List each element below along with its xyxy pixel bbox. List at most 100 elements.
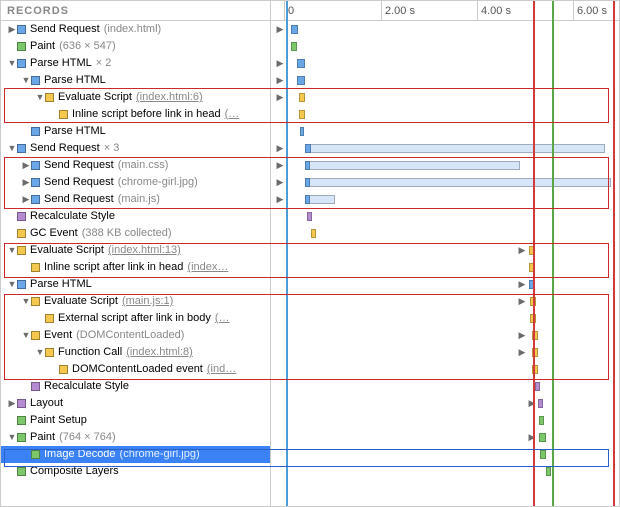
chevron-down-icon[interactable]: ▼ — [35, 89, 45, 106]
chevron-right-icon[interactable]: ▶ — [21, 191, 31, 208]
record-row[interactable]: Parse HTML — [1, 123, 270, 140]
chevron-right-icon[interactable]: ▶ — [275, 177, 285, 188]
category-bullet — [31, 331, 40, 340]
chevron-right-icon[interactable]: ▶ — [517, 330, 527, 341]
timeline-bar[interactable] — [305, 144, 605, 153]
category-bullet — [45, 348, 54, 357]
timeline-bar[interactable] — [305, 178, 611, 187]
chevron-right-icon[interactable]: ▶ — [21, 174, 31, 191]
timeline-bar[interactable] — [540, 450, 546, 459]
timeline-bar[interactable] — [305, 161, 310, 170]
record-row[interactable]: ▶Send Request(main.js) — [1, 191, 270, 208]
record-row[interactable]: ▶Send Request(chrome-girl.jpg) — [1, 174, 270, 191]
timeline-bar[interactable] — [300, 127, 304, 136]
category-bullet — [17, 144, 26, 153]
chevron-down-icon[interactable]: ▼ — [7, 55, 17, 72]
record-label: Recalculate Style — [30, 208, 115, 225]
record-row[interactable]: Inline script before link in head(… — [1, 106, 270, 123]
source-link[interactable]: (main.js:1) — [122, 293, 173, 310]
chevron-right-icon[interactable]: ▶ — [517, 245, 527, 256]
record-row[interactable]: Composite Layers — [1, 463, 270, 480]
record-label: DOMContentLoaded event — [72, 361, 203, 378]
category-bullet — [31, 263, 40, 272]
record-row[interactable]: ▼Parse HTML — [1, 72, 270, 89]
record-row[interactable]: Inline script after link in head(index… — [1, 259, 270, 276]
chevron-right-icon[interactable]: ▶ — [527, 398, 537, 409]
record-row[interactable]: Paint Setup — [1, 412, 270, 429]
record-row[interactable]: ▶Send Request(index.html) — [1, 21, 270, 38]
record-row[interactable]: Recalculate Style — [1, 378, 270, 395]
category-bullet — [17, 59, 26, 68]
source-link[interactable]: (ind… — [207, 361, 236, 378]
chevron-right-icon[interactable]: ▶ — [275, 194, 285, 205]
record-row[interactable]: ▶Send Request(main.css) — [1, 157, 270, 174]
chevron-right-icon[interactable]: ▶ — [21, 157, 31, 174]
source-link[interactable]: (index.html:6) — [136, 89, 203, 106]
source-link[interactable]: (index… — [187, 259, 228, 276]
chevron-right-icon[interactable]: ▶ — [275, 75, 285, 86]
record-row[interactable]: ▼Parse HTML — [1, 276, 270, 293]
timeline-bar[interactable] — [305, 161, 520, 170]
chevron-right-icon[interactable]: ▶ — [275, 143, 285, 154]
category-bullet — [31, 76, 40, 85]
record-row[interactable]: Image Decode(chrome-girl.jpg) — [1, 446, 270, 463]
source-link[interactable]: (… — [225, 106, 240, 123]
record-row[interactable]: Recalculate Style — [1, 208, 270, 225]
timeline-bar[interactable] — [291, 25, 298, 34]
timeline-bar[interactable] — [305, 144, 311, 153]
record-row[interactable]: DOMContentLoaded event(ind… — [1, 361, 270, 378]
timeline-bar[interactable] — [535, 382, 540, 391]
record-row[interactable]: ▶Layout — [1, 395, 270, 412]
chevron-right-icon[interactable]: ▶ — [275, 160, 285, 171]
chevron-right-icon[interactable]: ▶ — [527, 432, 537, 443]
timeline-bar[interactable] — [538, 399, 543, 408]
record-row[interactable]: ▼Function Call(index.html:8) — [1, 344, 270, 361]
chevron-right-icon[interactable]: ▶ — [517, 347, 527, 358]
timeline-bar[interactable] — [297, 59, 305, 68]
record-detail: (388 KB collected) — [82, 225, 172, 242]
record-row[interactable]: GC Event(388 KB collected) — [1, 225, 270, 242]
timeline-bar[interactable] — [539, 433, 546, 442]
timeline-bar[interactable] — [305, 178, 310, 187]
record-row[interactable]: ▼Event(DOMContentLoaded) — [1, 327, 270, 344]
timeline-bar[interactable] — [291, 42, 297, 51]
timeline-bar[interactable] — [307, 212, 312, 221]
record-label: GC Event — [30, 225, 78, 242]
record-label: Recalculate Style — [44, 378, 129, 395]
timeline-bar[interactable] — [546, 467, 551, 476]
timeline-bar[interactable] — [297, 76, 305, 85]
chevron-down-icon[interactable]: ▼ — [21, 72, 31, 89]
chevron-down-icon[interactable]: ▼ — [7, 140, 17, 157]
chevron-right-icon[interactable]: ▶ — [275, 92, 285, 103]
record-row[interactable]: ▼Evaluate Script(main.js:1) — [1, 293, 270, 310]
record-row[interactable]: ▼ Evaluate Script(index.html:13) — [1, 242, 270, 259]
chevron-down-icon[interactable]: ▼ — [7, 242, 17, 259]
chevron-down-icon[interactable]: ▼ — [7, 276, 17, 293]
chevron-down-icon[interactable]: ▼ — [35, 344, 45, 361]
chevron-right-icon[interactable]: ▶ — [275, 24, 285, 35]
source-link[interactable]: (index.html:13) — [108, 242, 181, 259]
chevron-right-icon[interactable]: ▶ — [517, 279, 527, 290]
timeline-bar[interactable] — [539, 416, 544, 425]
record-row[interactable]: Paint(636 × 547) — [1, 38, 270, 55]
chevron-right-icon[interactable]: ▶ — [7, 21, 17, 38]
source-link[interactable]: (… — [215, 310, 230, 327]
timeline-bar[interactable] — [299, 110, 305, 119]
chevron-right-icon[interactable]: ▶ — [7, 395, 17, 412]
record-row[interactable]: ▼Send Request × 3 — [1, 140, 270, 157]
chevron-down-icon[interactable]: ▼ — [21, 293, 31, 310]
category-bullet — [31, 195, 40, 204]
record-row[interactable]: ▼Parse HTML × 2 — [1, 55, 270, 72]
timeline-bar[interactable] — [305, 195, 310, 204]
chevron-right-icon[interactable]: ▶ — [275, 58, 285, 69]
timeline-bar[interactable] — [299, 93, 305, 102]
chevron-down-icon[interactable]: ▼ — [21, 327, 31, 344]
chevron-down-icon[interactable]: ▼ — [7, 429, 17, 446]
record-label: Evaluate Script — [30, 242, 104, 259]
record-row[interactable]: ▼Paint(764 × 764) — [1, 429, 270, 446]
source-link[interactable]: (index.html:8) — [126, 344, 193, 361]
record-row[interactable]: ▼Evaluate Script(index.html:6) — [1, 89, 270, 106]
timeline-bar[interactable] — [311, 229, 316, 238]
chevron-right-icon[interactable]: ▶ — [517, 296, 527, 307]
record-row[interactable]: External script after link in body(… — [1, 310, 270, 327]
